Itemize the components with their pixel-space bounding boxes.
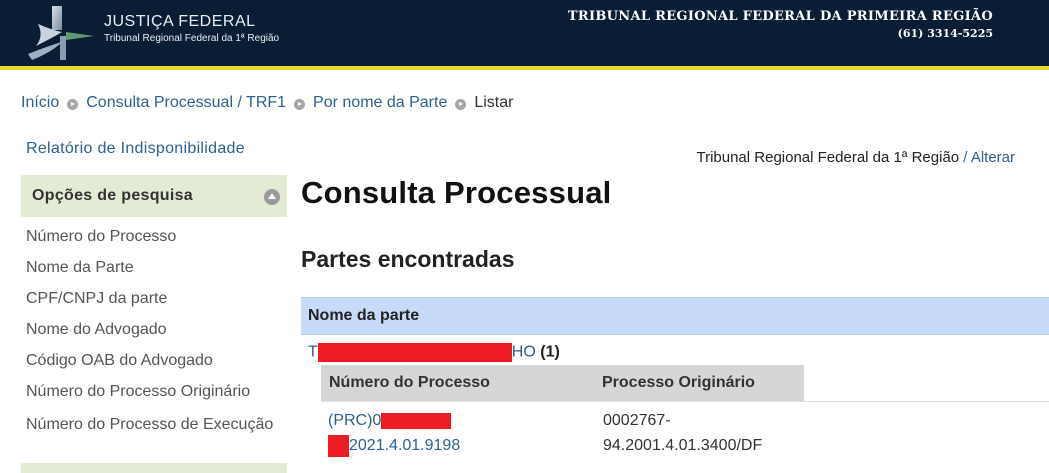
search-option-original-process[interactable]: Número do Processo Originário	[26, 381, 281, 412]
breadcrumb-por-nome-link[interactable]: Por nome da Parte	[313, 94, 447, 112]
parts-table-header: Nome da parte	[301, 297, 1049, 335]
party-row[interactable]: T HO (1)	[308, 343, 560, 362]
selected-court-separator: /	[959, 149, 971, 166]
search-options-title: Opções de pesquisa	[32, 187, 194, 204]
search-options-list: Número do Processo Nome da Parte CPF/CNP…	[26, 226, 281, 437]
original-process-line2: 94.2001.4.01.3400/DF	[603, 437, 763, 454]
site-header: JUSTIÇA FEDERAL Tribunal Regional Federa…	[0, 0, 1049, 66]
search-option-oab-code[interactable]: Código OAB do Advogado	[26, 350, 281, 381]
redaction-block	[381, 412, 452, 429]
processes-table-header: Número do Processo Processo Originário	[321, 365, 804, 401]
breadcrumb-arrow-icon	[294, 98, 306, 110]
unavailability-report-link[interactable]: Relatório de Indisponibilidade	[26, 140, 245, 158]
party-name-prefix[interactable]: T	[308, 344, 318, 361]
breadcrumb-arrow-icon	[455, 98, 467, 110]
breadcrumb: Início Consulta Processual / TRF1 Por no…	[21, 94, 513, 112]
process-number-line1[interactable]: (PRC)0	[328, 412, 381, 429]
search-option-party-name[interactable]: Nome da Parte	[26, 257, 281, 288]
court-name: TRIBUNAL REGIONAL FEDERAL DA PRIMEIRA RE…	[567, 9, 993, 24]
column-header-original-process: Processo Originário	[602, 374, 755, 391]
search-option-party-cpf-cnpj[interactable]: CPF/CNPJ da parte	[26, 288, 281, 319]
header-divider	[0, 66, 1049, 70]
original-process-value: 0002767- 94.2001.4.01.3400/DF	[603, 408, 762, 458]
page-title: Consulta Processual	[301, 175, 612, 210]
court-phone: (61) 3314-5225	[897, 27, 993, 40]
breadcrumb-consulta-link[interactable]: Consulta Processual / TRF1	[86, 94, 286, 112]
process-number-link[interactable]: (PRC)0 2021.4.01.9198	[328, 408, 460, 458]
redaction-block	[317, 343, 512, 362]
selected-court: Tribunal Regional Federal da 1ª Região /…	[696, 149, 1015, 166]
logo-subtitle: Tribunal Regional Federal da 1ª Região	[104, 33, 280, 44]
redaction-block	[328, 434, 349, 457]
table-divider	[321, 401, 1049, 402]
column-header-process-number: Número do Processo	[329, 374, 490, 391]
collapse-up-icon[interactable]	[264, 189, 280, 205]
sidebar-next-panel-header[interactable]	[21, 463, 287, 473]
justica-federal-logo-icon[interactable]	[22, 2, 100, 64]
party-name-suffix[interactable]: HO	[512, 344, 536, 361]
change-court-link[interactable]: Alterar	[971, 149, 1015, 166]
breadcrumb-arrow-icon	[67, 98, 79, 110]
party-process-count: (1)	[540, 343, 560, 361]
breadcrumb-home-link[interactable]: Início	[21, 94, 59, 112]
search-option-execution-process[interactable]: Número do Processo de Execução	[26, 412, 281, 437]
column-header-party-name: Nome da parte	[308, 307, 420, 324]
logo-title: JUSTIÇA FEDERAL	[104, 13, 256, 30]
search-option-process-number[interactable]: Número do Processo	[26, 226, 281, 257]
search-option-lawyer-name[interactable]: Nome do Advogado	[26, 319, 281, 350]
process-number-line2[interactable]: 2021.4.01.9198	[349, 437, 460, 454]
original-process-line1: 0002767-	[603, 412, 671, 429]
section-title: Partes encontradas	[301, 246, 515, 272]
breadcrumb-current: Listar	[474, 94, 514, 111]
search-options-panel-header[interactable]: Opções de pesquisa	[21, 175, 287, 217]
selected-court-name: Tribunal Regional Federal da 1ª Região	[696, 149, 960, 166]
